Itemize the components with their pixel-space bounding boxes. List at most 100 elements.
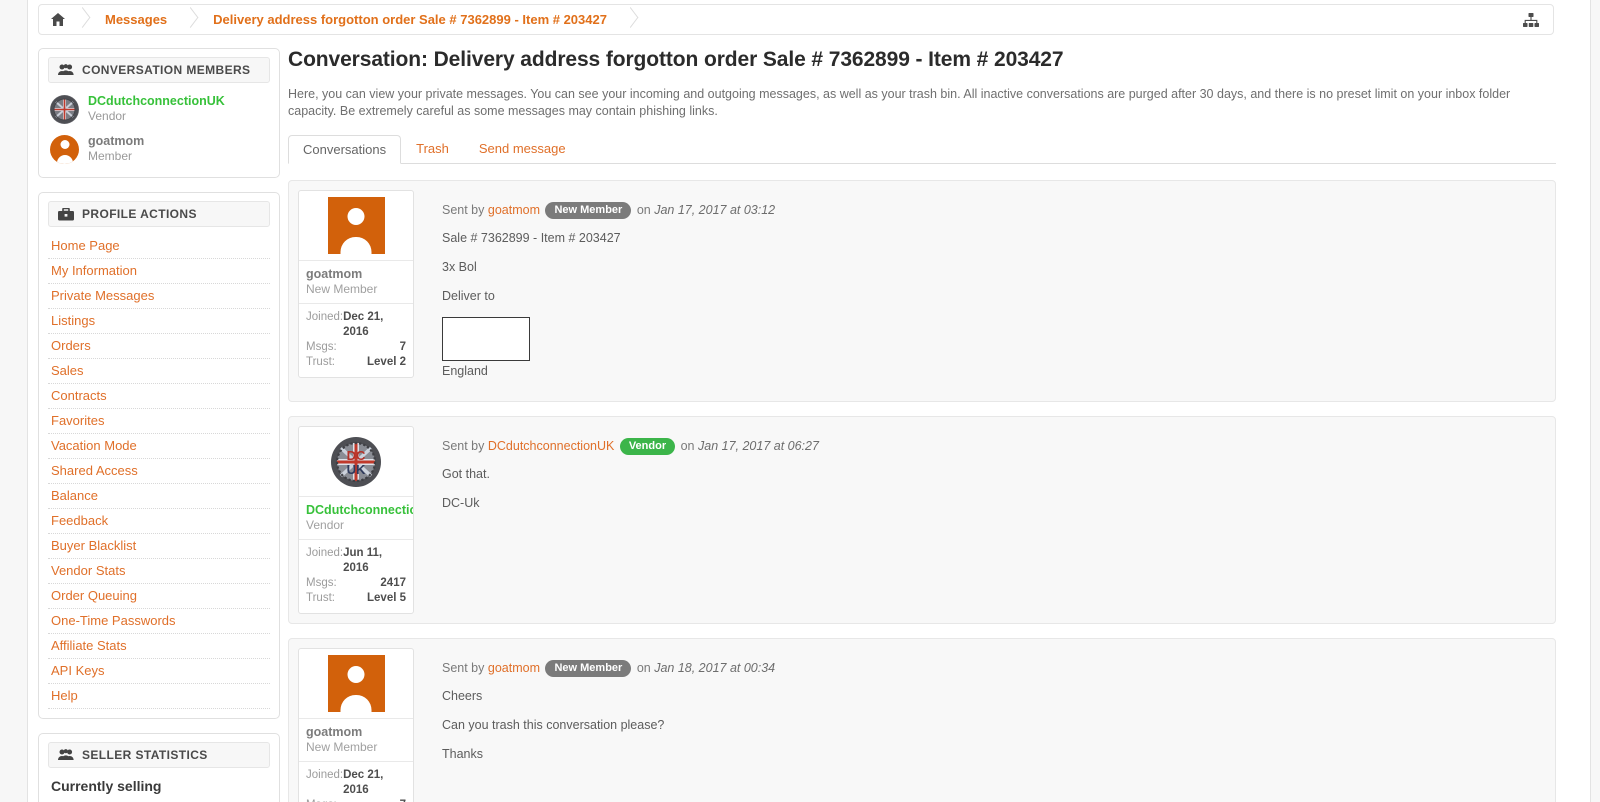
panel-header: CONVERSATION MEMBERS (48, 57, 270, 83)
left-sidebar: CONVERSATION MEMBERS DCdutchconnectionUK… (38, 48, 280, 802)
on-label: on (680, 439, 695, 453)
users-icon (58, 64, 74, 76)
member-role: Member (88, 149, 133, 163)
message-line: Can you trash this conversation please? (442, 718, 665, 732)
author-stats: Joined: Dec 21, 2016 Msgs: 7 Trust: Leve… (299, 304, 413, 377)
author-identity: goatmom New Member (299, 719, 413, 762)
page-title: Conversation: Delivery address forgotton… (288, 48, 1064, 71)
message-body: Sent by goatmom New Member on Jan 17, 20… (414, 190, 1546, 392)
profile-action-private-messages[interactable]: Private Messages (48, 284, 270, 309)
message-author-card: goatmom New Member Joined: Dec 21, 2016 … (298, 190, 414, 378)
profile-action-home-page[interactable]: Home Page (48, 234, 270, 259)
profile-action-feedback[interactable]: Feedback (48, 509, 270, 534)
panel-header: PROFILE ACTIONS (48, 201, 270, 227)
message-timestamp: Jan 18, 2017 at 00:34 (654, 661, 776, 675)
profile-action-help[interactable]: Help (48, 684, 270, 709)
tab-conversations[interactable]: Conversations (288, 135, 402, 164)
message-timestamp: Jan 17, 2017 at 06:27 (698, 439, 819, 453)
stat-key: Trust: (306, 356, 335, 368)
sent-by-label: Sent by (442, 203, 485, 217)
briefcase-icon (58, 207, 74, 221)
profile-action-my-information[interactable]: My Information (48, 259, 270, 284)
author-stat-joined: Joined: Jun 11, 2016 (306, 546, 406, 576)
conversation-members-panel: CONVERSATION MEMBERS DCdutchconnectionUK… (38, 48, 280, 178)
member-name[interactable]: DCdutchconnectionUK (88, 94, 225, 109)
message-author-card: goatmom New Member Joined: Dec 21, 2016 … (298, 648, 414, 802)
generic-person-avatar-icon (327, 655, 385, 712)
avatar-container (299, 191, 413, 261)
tab-trash[interactable]: Trash (401, 134, 464, 163)
author-name[interactable]: DCdutchconnectionU (306, 503, 413, 518)
profile-actions-panel: PROFILE ACTIONS Home Page My Information… (38, 192, 280, 719)
profile-action-affiliate-stats[interactable]: Affiliate Stats (48, 634, 270, 659)
sent-by-label: Sent by (442, 439, 485, 453)
breadcrumb-home-link[interactable] (39, 4, 75, 35)
conversation-member-row[interactable]: goatmom Member (48, 130, 270, 168)
on-label: on (636, 661, 651, 675)
avatar-container: DC UK (299, 427, 413, 497)
profile-actions-list: Home Page My Information Private Message… (48, 234, 270, 709)
svg-text:DC: DC (347, 448, 366, 463)
sent-by-label: Sent by (442, 661, 485, 675)
profile-action-listings[interactable]: Listings (48, 309, 270, 334)
profile-action-one-time-passwords[interactable]: One-Time Passwords (48, 609, 270, 634)
message-header: Sent by goatmom New Member on Jan 17, 20… (442, 202, 1546, 219)
page-root: Messages Delivery address forgotton orde… (0, 0, 1600, 802)
svg-text:UK: UK (347, 462, 366, 477)
author-stat-msgs: Msgs: 2417 (306, 576, 406, 591)
author-name[interactable]: goatmom (306, 267, 406, 282)
profile-action-vendor-stats[interactable]: Vendor Stats (48, 559, 270, 584)
stat-value: Jun 11, 2016 (343, 547, 383, 574)
message-line: Sale # 7362899 - Item # 203427 (442, 231, 621, 245)
on-label: on (636, 203, 651, 217)
profile-action-shared-access[interactable]: Shared Access (48, 459, 270, 484)
author-role: Vendor (306, 518, 345, 532)
stat-value: 7 (400, 798, 406, 802)
stats-section-title: Currently selling (51, 778, 162, 794)
author-stat-msgs: Msgs: 7 (306, 340, 406, 355)
author-stat-msgs: Msgs: 7 (306, 798, 406, 802)
main-content: Conversation: Delivery address forgotton… (288, 48, 1556, 802)
stat-value: 2417 (380, 577, 406, 589)
conversation-member-row[interactable]: DCdutchconnectionUK Vendor (48, 90, 270, 128)
home-icon (51, 13, 65, 26)
message-line: Got that. (442, 467, 490, 481)
stat-key: Msgs: (306, 577, 337, 589)
panel-title: SELLER STATISTICS (82, 748, 208, 762)
message-header: Sent by goatmom New Member on Jan 18, 20… (442, 660, 1546, 677)
sitemap-icon[interactable] (1523, 13, 1539, 28)
profile-action-favorites[interactable]: Favorites (48, 409, 270, 434)
message-author-link[interactable]: goatmom (488, 203, 540, 217)
seller-statistics-panel: SELLER STATISTICS Currently selling List… (38, 733, 280, 802)
breadcrumb-separator-icon (623, 4, 639, 35)
panel-header: SELLER STATISTICS (48, 742, 270, 768)
profile-action-vacation-mode[interactable]: Vacation Mode (48, 434, 270, 459)
profile-action-sales[interactable]: Sales (48, 359, 270, 384)
profile-action-api-keys[interactable]: API Keys (48, 659, 270, 684)
author-stat-trust: Trust: Level 2 (306, 355, 406, 370)
stat-value: 7 (399, 341, 406, 353)
stat-key: Msgs: (306, 341, 337, 353)
status-badge: Vendor (619, 438, 676, 455)
breadcrumb-item-messages[interactable]: Messages (91, 4, 183, 35)
profile-action-orders[interactable]: Orders (48, 334, 270, 359)
message-author-link[interactable]: goatmom (488, 661, 540, 675)
status-badge: New Member (545, 660, 632, 677)
author-name[interactable]: goatmom (306, 725, 406, 740)
stat-value: Level 5 (367, 592, 406, 604)
author-stat-joined: Joined: Dec 21, 2016 (306, 310, 406, 340)
profile-action-contracts[interactable]: Contracts (48, 384, 270, 409)
breadcrumb-separator-icon (75, 4, 91, 35)
stat-key: Joined: (306, 311, 344, 323)
profile-action-buyer-blacklist[interactable]: Buyer Blacklist (48, 534, 270, 559)
stat-value: Dec 21, 2016 (343, 769, 384, 796)
member-name[interactable]: goatmom (88, 134, 144, 149)
message-line: England (442, 364, 488, 378)
message-author-link[interactable]: DCdutchconnectionUK (488, 439, 614, 453)
breadcrumb-item-conversation[interactable]: Delivery address forgotton order Sale # … (199, 4, 623, 35)
profile-action-order-queuing[interactable]: Order Queuing (48, 584, 270, 609)
users-icon (58, 749, 74, 761)
generic-person-avatar-icon (327, 197, 385, 254)
tab-send-message[interactable]: Send message (464, 134, 581, 163)
profile-action-balance[interactable]: Balance (48, 484, 270, 509)
